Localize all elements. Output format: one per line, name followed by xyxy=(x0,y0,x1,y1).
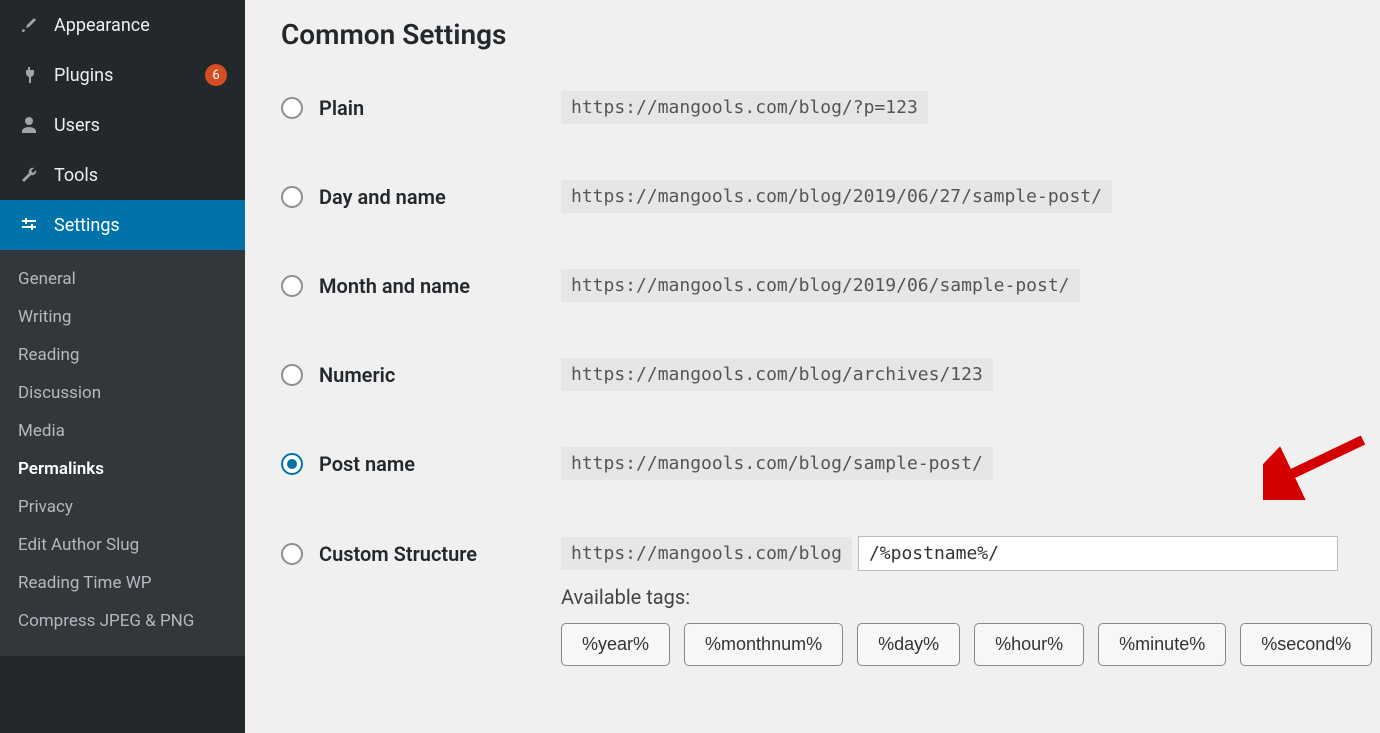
option-label-post-name[interactable]: Post name xyxy=(281,452,561,476)
radio-month-name[interactable] xyxy=(281,275,303,297)
menu-label: Plugins xyxy=(54,65,191,86)
submenu-item-privacy[interactable]: Privacy xyxy=(0,488,245,526)
option-label-plain[interactable]: Plain xyxy=(281,96,561,120)
option-url-example: https://mangools.com/blog/archives/123 xyxy=(561,358,993,391)
permalink-option-custom: Custom Structure https://mangools.com/bl… xyxy=(281,536,1344,571)
menu-item-settings[interactable]: Settings xyxy=(0,200,245,250)
option-label-month-name[interactable]: Month and name xyxy=(281,274,561,298)
menu-label: Appearance xyxy=(54,15,227,36)
section-title: Common Settings xyxy=(281,18,1344,51)
radio-numeric[interactable] xyxy=(281,364,303,386)
permalink-option-month-name: Month and name https://mangools.com/blog… xyxy=(281,269,1344,302)
tag-second-button[interactable]: %second% xyxy=(1240,623,1372,666)
tag-hour-button[interactable]: %hour% xyxy=(974,623,1084,666)
permalink-option-post-name: Post name https://mangools.com/blog/samp… xyxy=(281,447,1344,480)
available-tags: %year% %monthnum% %day% %hour% %minute% … xyxy=(561,623,1344,666)
submenu-item-permalinks[interactable]: Permalinks xyxy=(0,450,245,488)
submenu-item-reading[interactable]: Reading xyxy=(0,336,245,374)
wrench-icon xyxy=(18,164,40,186)
option-text: Plain xyxy=(319,96,364,120)
permalink-option-plain: Plain https://mangools.com/blog/?p=123 xyxy=(281,91,1344,124)
user-icon xyxy=(18,114,40,136)
menu-item-appearance[interactable]: Appearance xyxy=(0,0,245,50)
update-count-badge: 6 xyxy=(205,64,227,86)
radio-plain[interactable] xyxy=(281,97,303,119)
menu-item-tools[interactable]: Tools xyxy=(0,150,245,200)
option-text: Post name xyxy=(319,452,415,476)
sliders-icon xyxy=(18,214,40,236)
custom-url-prefix: https://mangools.com/blog xyxy=(561,537,852,570)
radio-day-name[interactable] xyxy=(281,186,303,208)
permalink-option-numeric: Numeric https://mangools.com/blog/archiv… xyxy=(281,358,1344,391)
menu-item-users[interactable]: Users xyxy=(0,100,245,150)
option-label-numeric[interactable]: Numeric xyxy=(281,363,561,387)
option-url-example: https://mangools.com/blog/?p=123 xyxy=(561,91,928,124)
permalink-option-day-name: Day and name https://mangools.com/blog/2… xyxy=(281,180,1344,213)
option-url-example: https://mangools.com/blog/2019/06/sample… xyxy=(561,269,1080,302)
submenu-item-edit-author-slug[interactable]: Edit Author Slug xyxy=(0,526,245,564)
menu-label: Users xyxy=(54,115,227,136)
custom-structure-input[interactable] xyxy=(858,536,1338,571)
option-text: Custom Structure xyxy=(319,542,477,566)
submenu-item-compress-jpeg-png[interactable]: Compress JPEG & PNG xyxy=(0,602,245,640)
menu-item-plugins[interactable]: Plugins 6 xyxy=(0,50,245,100)
brush-icon xyxy=(18,14,40,36)
tag-minute-button[interactable]: %minute% xyxy=(1098,623,1226,666)
menu-label: Tools xyxy=(54,165,227,186)
radio-custom[interactable] xyxy=(281,543,303,565)
option-text: Numeric xyxy=(319,363,395,387)
settings-submenu: General Writing Reading Discussion Media… xyxy=(0,250,245,656)
admin-sidebar: Appearance Plugins 6 Users Tools Setting… xyxy=(0,0,245,733)
settings-content: Common Settings Plain https://mangools.c… xyxy=(245,0,1380,733)
tag-year-button[interactable]: %year% xyxy=(561,623,670,666)
option-label-custom[interactable]: Custom Structure xyxy=(281,542,561,566)
tag-day-button[interactable]: %day% xyxy=(857,623,960,666)
submenu-item-discussion[interactable]: Discussion xyxy=(0,374,245,412)
option-text: Day and name xyxy=(319,185,446,209)
submenu-item-reading-time-wp[interactable]: Reading Time WP xyxy=(0,564,245,602)
radio-post-name[interactable] xyxy=(281,453,303,475)
submenu-item-media[interactable]: Media xyxy=(0,412,245,450)
available-tags-label: Available tags: xyxy=(561,585,1344,609)
submenu-item-writing[interactable]: Writing xyxy=(0,298,245,336)
submenu-item-general[interactable]: General xyxy=(0,260,245,298)
option-label-day-name[interactable]: Day and name xyxy=(281,185,561,209)
option-text: Month and name xyxy=(319,274,470,298)
menu-label: Settings xyxy=(54,215,227,236)
option-url-example: https://mangools.com/blog/2019/06/27/sam… xyxy=(561,180,1112,213)
option-url-example: https://mangools.com/blog/sample-post/ xyxy=(561,447,993,480)
tag-monthnum-button[interactable]: %monthnum% xyxy=(684,623,843,666)
plug-icon xyxy=(18,64,40,86)
